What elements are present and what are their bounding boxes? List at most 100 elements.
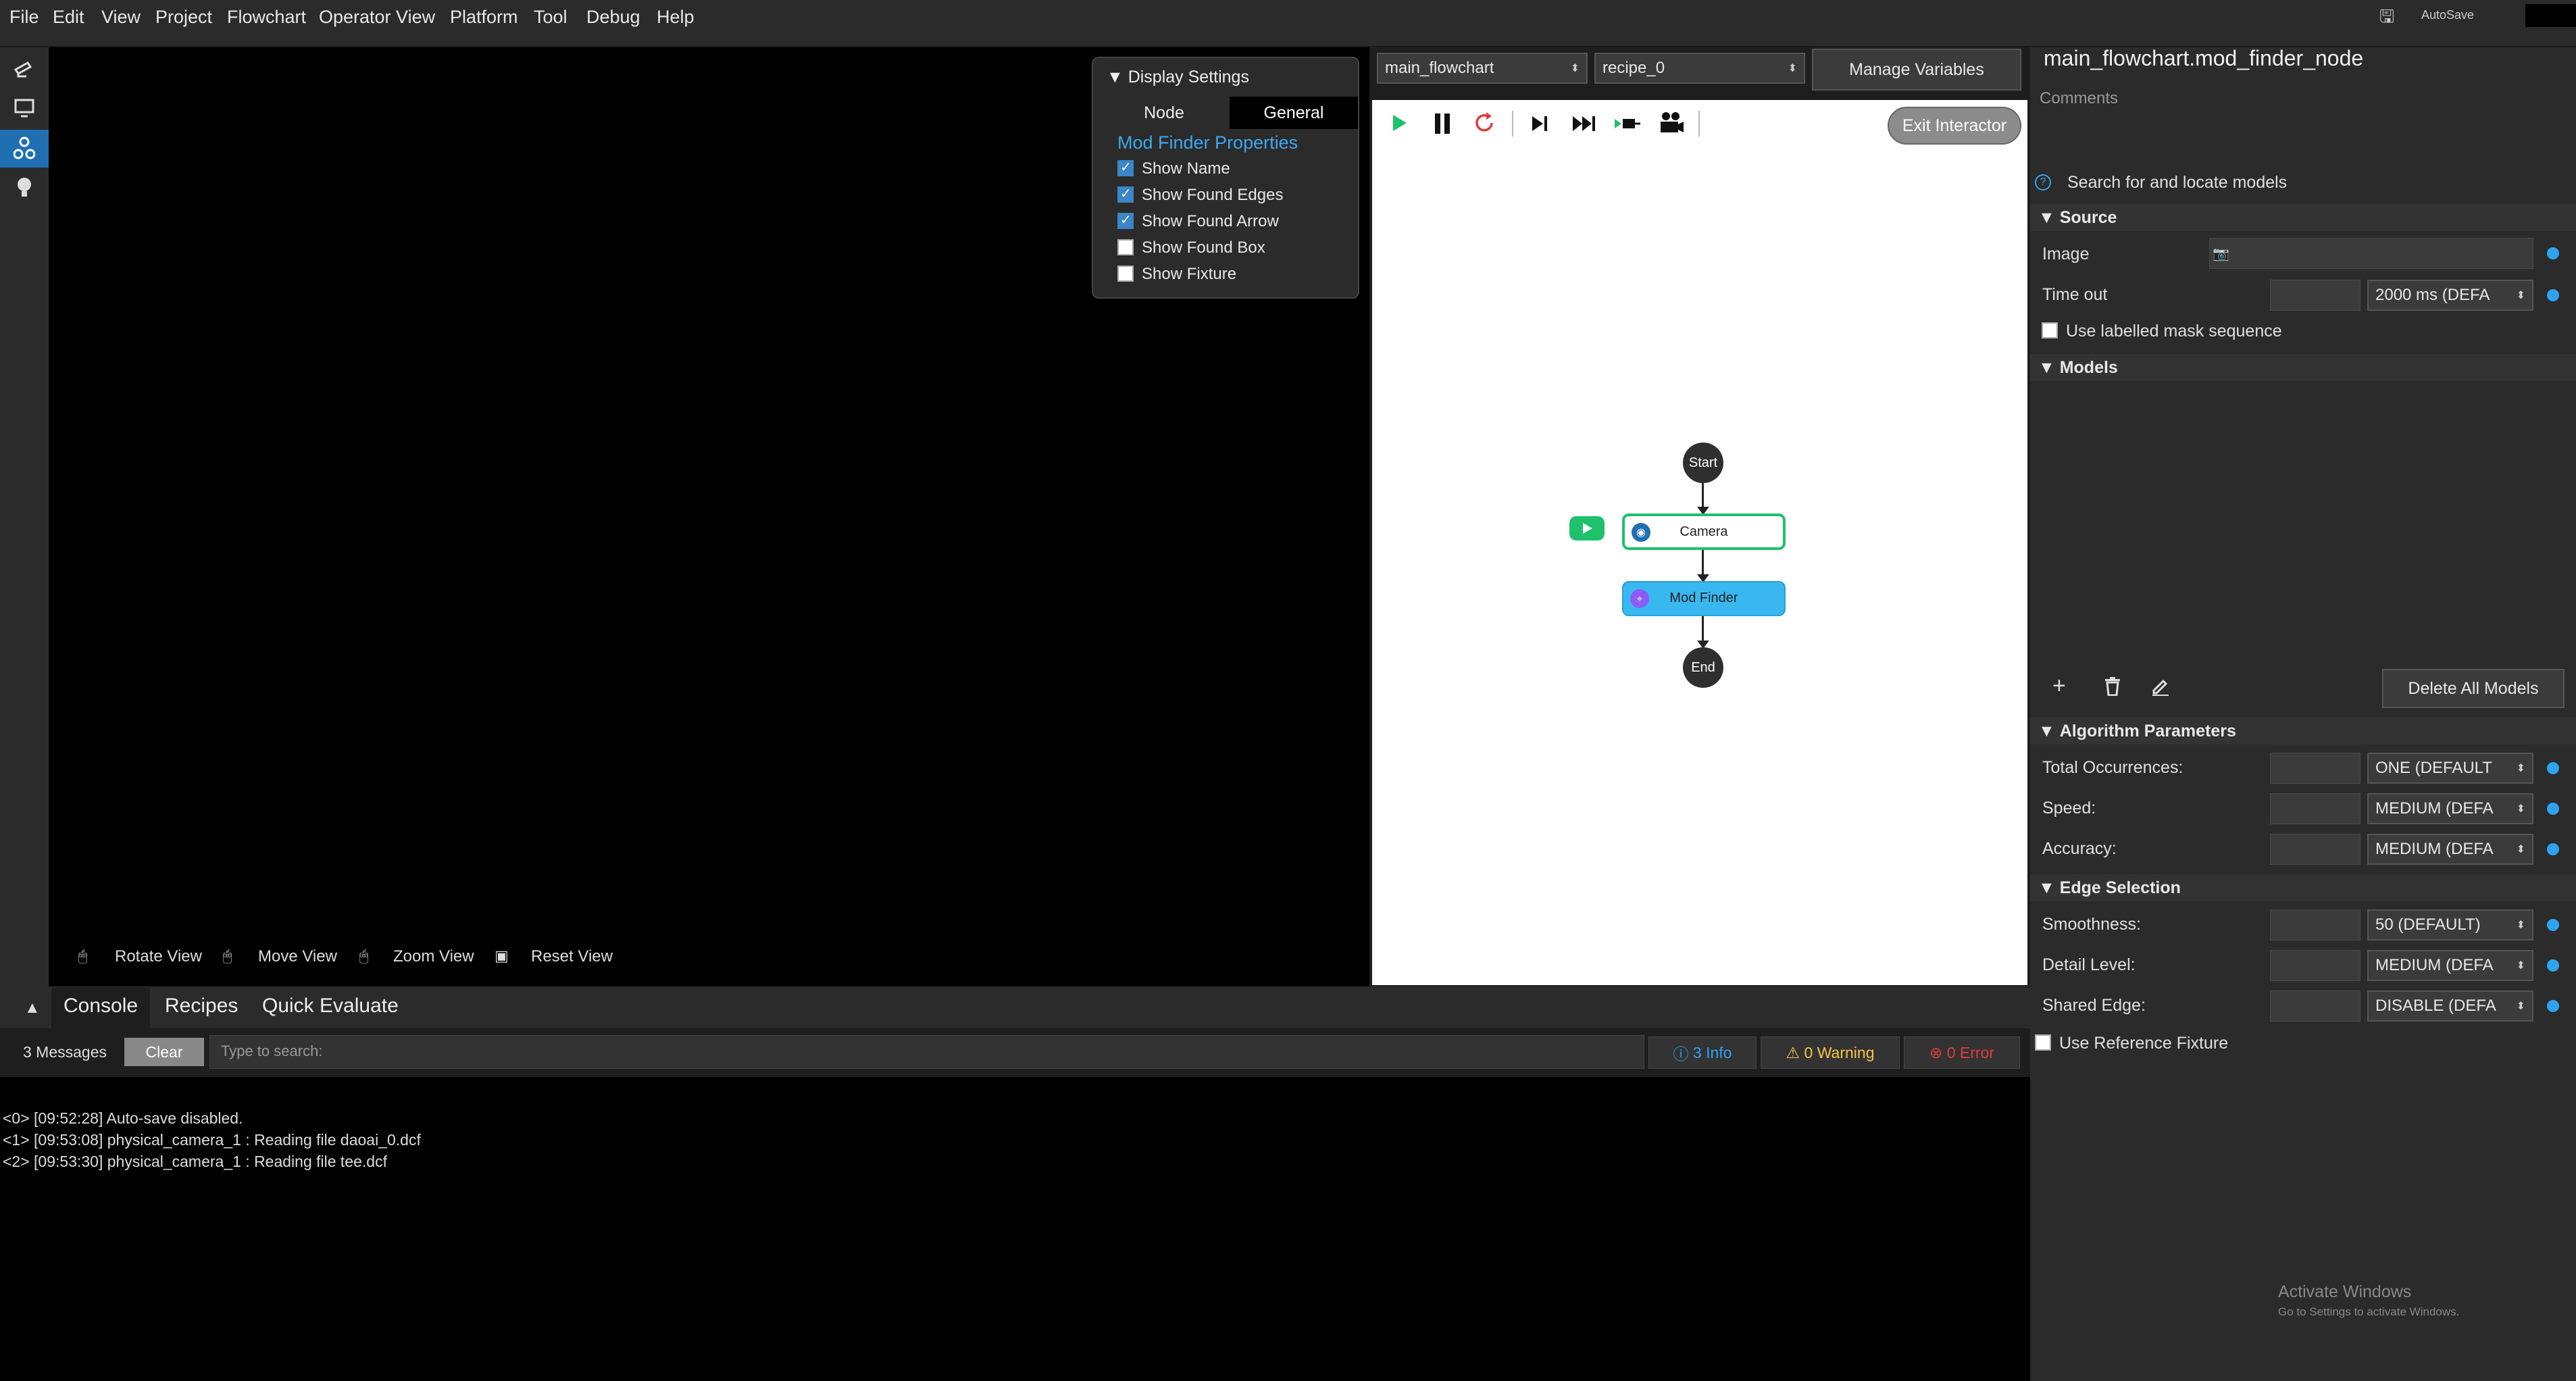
start-node[interactable]: Start: [1683, 443, 1723, 483]
clear-button[interactable]: Clear: [124, 1038, 204, 1066]
log-line: <0> [09:52:28] Auto-save disabled.: [3, 1109, 243, 1127]
show-fixture-option[interactable]: Show Fixture: [1117, 265, 1236, 284]
camera-view-icon[interactable]: [9, 53, 39, 82]
total-occurrences-input[interactable]: [2270, 753, 2360, 784]
speed-input[interactable]: [2270, 793, 2360, 824]
comments-field[interactable]: Comments: [2040, 89, 2118, 108]
detail-level-label: Detail Level:: [2042, 955, 2136, 974]
link-dot-smoothness[interactable]: [2547, 919, 2559, 931]
timeout-input[interactable]: [2270, 280, 2360, 311]
accuracy-input[interactable]: [2270, 834, 2360, 865]
lightbulb-icon[interactable]: [9, 173, 39, 203]
use-labelled-mask-option[interactable]: Use labelled mask sequence: [2042, 322, 2282, 341]
speed-select[interactable]: MEDIUM (DEFA ⬍: [2367, 793, 2533, 824]
run-to-node-icon[interactable]: [1613, 114, 1642, 134]
smoothness-select[interactable]: 50 (DEFAULT) ⬍: [2367, 909, 2533, 940]
link-dot-total-occurrences[interactable]: [2547, 762, 2559, 774]
total-occurrences-select[interactable]: ONE (DEFAULT ⬍: [2367, 753, 2533, 784]
smoothness-input[interactable]: [2270, 909, 2360, 940]
use-reference-fixture-checkbox[interactable]: [2035, 1034, 2051, 1051]
shared-edge-input[interactable]: [2270, 990, 2360, 1022]
show-found-box-checkbox[interactable]: [1117, 238, 1134, 255]
link-dot-accuracy[interactable]: [2547, 843, 2559, 855]
reset-icon[interactable]: [1473, 111, 1496, 135]
collapse-console-icon[interactable]: ▲: [24, 999, 41, 1018]
use-reference-fixture-option[interactable]: Use Reference Fixture: [2035, 1034, 2228, 1053]
show-found-arrow-checkbox[interactable]: [1117, 211, 1134, 229]
show-name-option[interactable]: Show Name: [1117, 159, 1230, 178]
select-arrow-icon: ⬍: [2516, 960, 2525, 972]
detail-level-input[interactable]: [2270, 950, 2360, 981]
fast-forward-icon[interactable]: [1571, 114, 1598, 134]
autosave-toggle[interactable]: [2525, 4, 2576, 27]
recipe-select[interactable]: recipe_0 ⬍: [1594, 53, 1805, 84]
menu-view[interactable]: View: [101, 7, 141, 28]
link-dot-speed[interactable]: [2547, 803, 2559, 815]
exit-interactor-button[interactable]: Exit Interactor: [1888, 107, 2021, 145]
show-name-checkbox[interactable]: [1117, 159, 1134, 176]
error-filter[interactable]: ⊗ 0 Error: [1904, 1036, 2020, 1069]
menu-tool[interactable]: Tool: [534, 7, 567, 28]
monitor-icon[interactable]: [9, 93, 39, 123]
save-icon[interactable]: 🖫: [2379, 4, 2400, 26]
menu-flowchart[interactable]: Flowchart: [227, 7, 306, 28]
menu-project[interactable]: Project: [155, 7, 212, 28]
accuracy-select[interactable]: MEDIUM (DEFA ⬍: [2367, 834, 2533, 865]
node-description: Search for and locate models: [2067, 173, 2288, 192]
menu-file[interactable]: File: [9, 7, 39, 28]
link-dot-timeout[interactable]: [2547, 289, 2559, 301]
console-search-input[interactable]: Type to search:: [209, 1035, 1644, 1069]
run-icon[interactable]: [1390, 112, 1409, 134]
menu-operator-view[interactable]: Operator View: [319, 7, 435, 28]
timeout-select[interactable]: 2000 ms (DEFA ⬍: [2367, 280, 2533, 311]
flowchart-select[interactable]: main_flowchart ⬍: [1377, 53, 1588, 84]
info-filter[interactable]: ⓘ 3 Info: [1648, 1036, 1757, 1069]
image-input[interactable]: 📷: [2209, 238, 2533, 269]
delete-all-models-button[interactable]: Delete All Models: [2382, 669, 2565, 708]
menu-debug[interactable]: Debug: [586, 7, 640, 28]
edit-model-icon[interactable]: [2151, 677, 2170, 696]
mod-finder-node[interactable]: ⌖ Mod Finder: [1622, 581, 1786, 616]
show-found-edges-checkbox[interactable]: [1117, 185, 1134, 203]
toolbar-divider: [1698, 111, 1700, 136]
console-log-area: [0, 1077, 2030, 1381]
camera-node[interactable]: ◉ Camera: [1622, 513, 1786, 550]
step-icon[interactable]: [1530, 114, 1551, 134]
models-section-header[interactable]: ▼ Models: [2030, 354, 2576, 381]
add-model-icon[interactable]: +: [2052, 673, 2066, 699]
record-camera-icon[interactable]: [1658, 111, 1685, 135]
help-icon[interactable]: ?: [2035, 174, 2051, 191]
tab-node[interactable]: Node: [1100, 97, 1228, 129]
warning-filter[interactable]: ⚠ 0 Warning: [1761, 1036, 1900, 1069]
tab-console[interactable]: Console: [64, 995, 138, 1018]
algorithm-parameters-header[interactable]: ▼ Algorithm Parameters: [2030, 718, 2576, 745]
show-found-edges-option[interactable]: Show Found Edges: [1117, 185, 1283, 205]
show-found-arrow-option[interactable]: Show Found Arrow: [1117, 211, 1279, 231]
mouse-left-icon: 🖱: [78, 947, 88, 964]
end-node[interactable]: End: [1683, 647, 1723, 688]
delete-model-icon[interactable]: [2104, 677, 2121, 696]
show-fixture-checkbox[interactable]: [1117, 265, 1134, 282]
models-list[interactable]: [2030, 382, 2576, 653]
menu-edit[interactable]: Edit: [53, 7, 84, 28]
flowchart-tool-active[interactable]: [0, 130, 49, 168]
reset-key-icon: ▣: [495, 947, 509, 964]
link-dot-shared-edge[interactable]: [2547, 1000, 2559, 1012]
shared-edge-select[interactable]: DISABLE (DEFA ⬍: [2367, 990, 2533, 1022]
tab-general[interactable]: General: [1230, 97, 1358, 129]
tab-quick-evaluate[interactable]: Quick Evaluate: [262, 995, 399, 1018]
left-toolbar: [0, 47, 49, 986]
manage-variables-button[interactable]: Manage Variables: [1812, 49, 2021, 91]
use-labelled-mask-checkbox[interactable]: [2042, 322, 2058, 339]
edge-selection-header[interactable]: ▼ Edge Selection: [2030, 874, 2576, 901]
link-dot-image[interactable]: [2547, 247, 2559, 259]
menu-help[interactable]: Help: [657, 7, 694, 28]
menu-platform[interactable]: Platform: [450, 7, 518, 28]
show-found-box-option[interactable]: Show Found Box: [1117, 238, 1265, 257]
link-dot-detail-level[interactable]: [2547, 959, 2559, 972]
source-section-header[interactable]: ▼ Source: [2030, 204, 2576, 231]
tab-recipes[interactable]: Recipes: [165, 995, 238, 1018]
display-settings-header[interactable]: ▼ Display Settings: [1107, 68, 1249, 87]
pause-icon[interactable]: [1432, 112, 1453, 135]
detail-level-select[interactable]: MEDIUM (DEFA ⬍: [2367, 950, 2533, 981]
